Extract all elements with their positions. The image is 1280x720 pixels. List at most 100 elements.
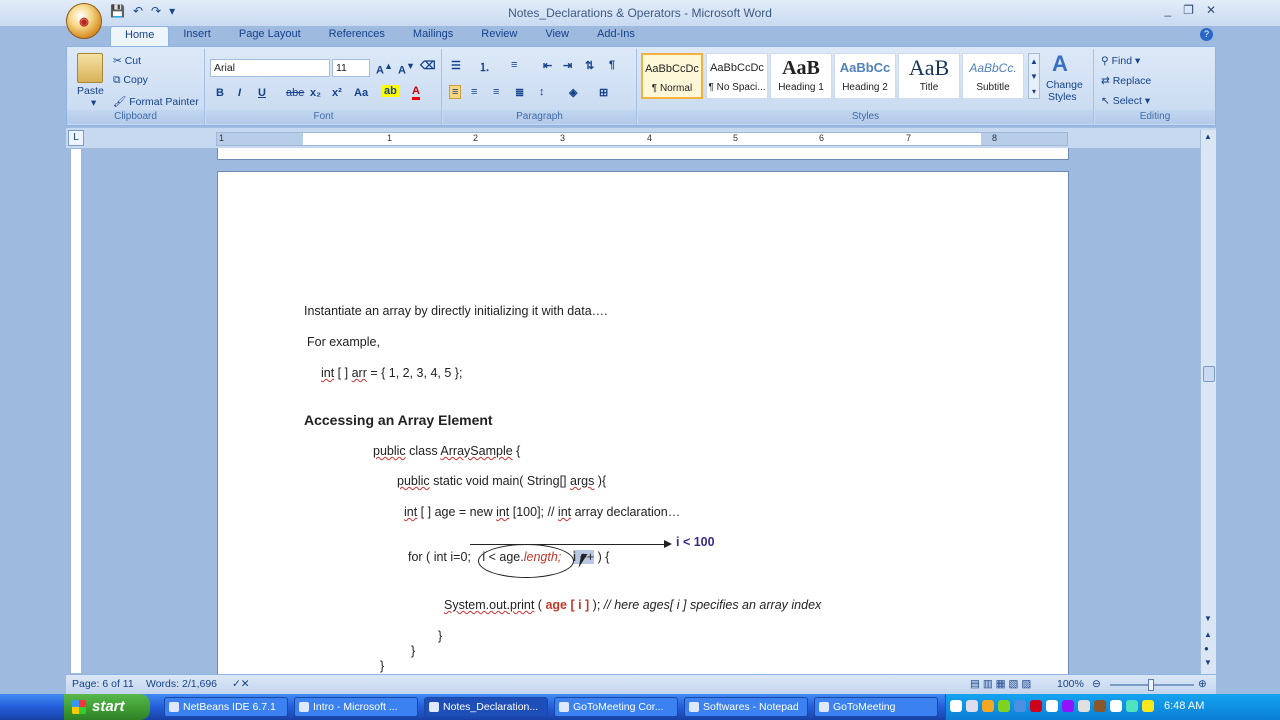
document-page[interactable]: Instantiate an array by directly initial…	[217, 171, 1069, 674]
copy-button[interactable]: ⧉ Copy	[113, 74, 148, 87]
font-color-icon[interactable]: A	[412, 85, 420, 100]
paste-button[interactable]: Paste	[77, 85, 104, 97]
style-subtitle[interactable]: AaBbCc. Subtitle	[962, 53, 1024, 99]
grow-font-icon[interactable]: A▲	[376, 61, 393, 77]
zoom-out-icon[interactable]: ⊖	[1092, 678, 1101, 690]
change-styles-icon[interactable]: A	[1052, 51, 1068, 77]
vertical-scrollbar[interactable]: ▲ ▼ ▲ ● ▼	[1200, 130, 1216, 674]
show-marks-button[interactable]: ¶	[609, 59, 615, 71]
bold-button[interactable]: B	[216, 87, 224, 99]
antivirus-tray-icon[interactable]	[1030, 700, 1042, 712]
scroll-thumb[interactable]	[1203, 366, 1215, 382]
italic-button[interactable]: I	[238, 87, 241, 99]
font-name-box[interactable]: Arial	[210, 59, 330, 77]
font-size-box[interactable]: 11	[332, 59, 370, 77]
tab-add-ins[interactable]: Add-Ins	[583, 26, 649, 46]
minimize-button[interactable]: _	[1164, 3, 1171, 17]
page-count[interactable]: Page: 6 of 11	[72, 678, 134, 690]
tab-insert[interactable]: Insert	[169, 26, 225, 46]
align-center-icon[interactable]: ≡	[471, 86, 477, 98]
bullets-icon[interactable]: ☰	[451, 59, 461, 72]
zoom-in-icon[interactable]: ⊕	[1198, 678, 1207, 690]
scroll-down-icon[interactable]: ▼	[1204, 614, 1212, 623]
select-button[interactable]: ↖ Select ▾	[1101, 95, 1150, 107]
task-intro-word[interactable]: Intro - Microsoft ...	[294, 697, 418, 717]
style-title[interactable]: AaB Title	[898, 53, 960, 99]
increase-indent-icon[interactable]: ⇥	[563, 59, 572, 72]
bluetooth-tray-icon[interactable]	[1014, 700, 1026, 712]
format-painter-button[interactable]: 🖌 Format Painter	[113, 95, 199, 108]
highlight-icon[interactable]: ab	[382, 85, 399, 97]
style-no-spacing[interactable]: AaBbCcDc ¶ No Spaci...	[706, 53, 768, 99]
cut-button[interactable]: ✂ Cut	[113, 55, 141, 67]
tab-review[interactable]: Review	[467, 26, 531, 46]
messenger-tray-icon[interactable]	[1062, 700, 1074, 712]
help-icon[interactable]: ?	[1200, 28, 1213, 41]
multilevel-list-icon[interactable]: ≡	[511, 59, 517, 71]
strikethrough-button[interactable]: abe	[286, 87, 304, 99]
tab-selector[interactable]: L	[68, 130, 84, 146]
volume-tray-icon[interactable]	[1078, 700, 1090, 712]
view-buttons[interactable]: ▤ ▥ ▦ ▧ ▨	[970, 678, 1031, 690]
clear-formatting-icon[interactable]: ⌫	[420, 59, 436, 72]
netbeans-icon	[169, 702, 179, 712]
power-tray-icon[interactable]	[1142, 700, 1154, 712]
clock[interactable]: 6:48 AM	[1164, 700, 1204, 712]
task-netbeans[interactable]: NetBeans IDE 6.7.1	[164, 697, 288, 717]
shading-icon[interactable]: ◈	[569, 86, 577, 99]
start-button[interactable]: start	[64, 694, 150, 720]
previous-page-icon[interactable]: ▲	[1204, 630, 1212, 639]
help-tray-icon[interactable]	[950, 700, 962, 712]
security-tray-icon[interactable]	[1094, 700, 1106, 712]
tab-home[interactable]: Home	[110, 26, 170, 46]
styles-scroll[interactable]: ▲ ▼ ▾	[1028, 53, 1040, 99]
find-button[interactable]: ⚲ Find ▾	[1101, 55, 1140, 67]
task-notes-declaration[interactable]: Notes_Declaration...	[424, 697, 548, 717]
maximize-button[interactable]: ❐	[1183, 3, 1194, 17]
wifi-tray-icon[interactable]	[1110, 700, 1122, 712]
next-page-icon[interactable]: ▼	[1204, 658, 1212, 667]
change-case-button[interactable]: Aa	[354, 87, 368, 99]
underline-button[interactable]: U	[258, 87, 266, 99]
tab-mailings[interactable]: Mailings	[399, 26, 467, 46]
tab-page-layout[interactable]: Page Layout	[225, 26, 315, 46]
style-heading-2[interactable]: AaBbCc Heading 2	[834, 53, 896, 99]
replace-button[interactable]: ⇄ Replace	[1101, 75, 1151, 87]
shrink-font-icon[interactable]: A▼	[398, 61, 415, 77]
decrease-indent-icon[interactable]: ⇤	[543, 59, 552, 72]
task-gotomeeting-corp[interactable]: GoToMeeting Cor...	[554, 697, 678, 717]
zoom-slider-thumb[interactable]	[1148, 679, 1154, 691]
word-count[interactable]: Words: 2/1,696	[146, 678, 217, 690]
proofing-icon[interactable]: ✓✕	[232, 678, 250, 690]
numbering-icon[interactable]: ⒈	[479, 59, 490, 75]
office-button[interactable]: ◉	[66, 3, 102, 39]
sort-icon[interactable]: ⇅	[585, 59, 594, 72]
horizontal-ruler[interactable]: 1 1 2 3 4 5 6 7 8	[216, 132, 1068, 146]
style-heading-1[interactable]: AaB Heading 1	[770, 53, 832, 99]
close-button[interactable]: ✕	[1206, 3, 1216, 17]
zoom-level[interactable]: 100%	[1057, 678, 1084, 690]
line-spacing-icon[interactable]: ↕	[539, 86, 545, 98]
superscript-button[interactable]: x²	[332, 87, 342, 99]
tab-references[interactable]: References	[315, 26, 399, 46]
task-gotomeeting[interactable]: GoToMeeting	[814, 697, 938, 717]
network-tray-icon[interactable]	[998, 700, 1010, 712]
update-tray-icon[interactable]	[1126, 700, 1138, 712]
scroll-up-icon[interactable]: ▲	[1204, 132, 1212, 141]
align-left-icon[interactable]: ≡	[449, 85, 462, 99]
style-normal[interactable]: AaBbCcDc ¶ Normal	[641, 53, 703, 99]
vertical-ruler[interactable]	[70, 148, 82, 674]
change-styles-button[interactable]: Change	[1046, 79, 1083, 91]
align-right-icon[interactable]: ≡	[493, 86, 499, 98]
arrow-tray-icon[interactable]	[966, 700, 978, 712]
borders-icon[interactable]: ⊞	[599, 86, 608, 99]
paste-dropdown-icon[interactable]: ▾	[91, 97, 96, 109]
paste-icon[interactable]	[77, 53, 103, 83]
gotomeeting-tray-icon[interactable]	[982, 700, 994, 712]
task-notepad[interactable]: Softwares - Notepad	[684, 697, 808, 717]
display-tray-icon[interactable]	[1046, 700, 1058, 712]
tab-view[interactable]: View	[531, 26, 583, 46]
justify-icon[interactable]: ≣	[515, 86, 524, 99]
browse-object-icon[interactable]: ●	[1204, 644, 1209, 653]
subscript-button[interactable]: x₂	[310, 87, 321, 99]
